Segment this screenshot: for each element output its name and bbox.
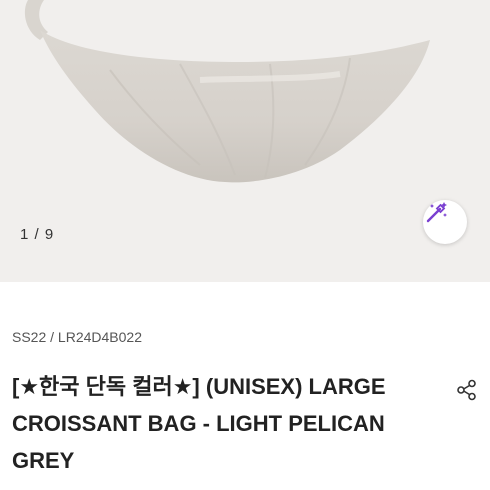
product-meta: SS22 / LR24D4B022 [12, 329, 142, 345]
share-button[interactable] [455, 378, 479, 402]
product-title: [★한국 단독 컬러★] (UNISEX) LARGE CROISSANT BA… [12, 374, 386, 473]
product-image [24, 0, 430, 183]
magic-wand-button[interactable] [423, 200, 467, 244]
share-icon [455, 379, 479, 406]
image-counter: 1 / 9 [20, 226, 55, 243]
product-image-gallery[interactable]: 1 / 9 [0, 0, 490, 282]
